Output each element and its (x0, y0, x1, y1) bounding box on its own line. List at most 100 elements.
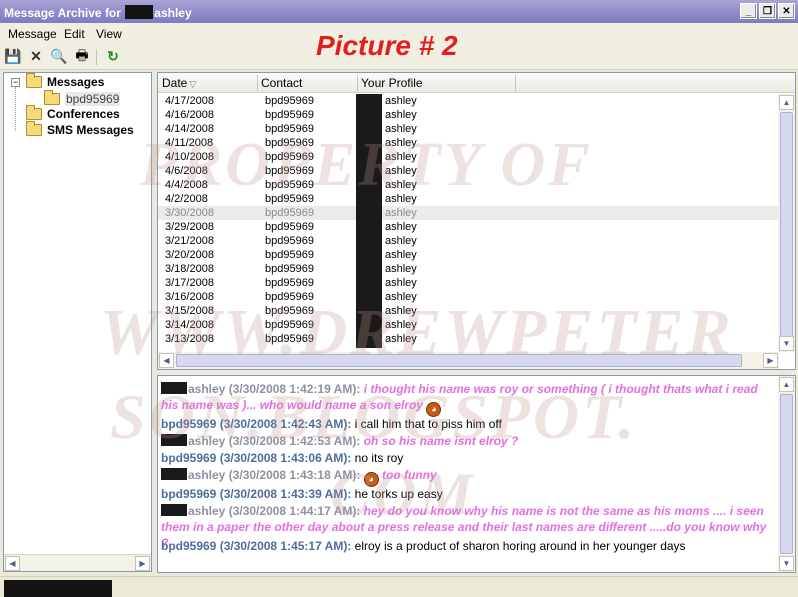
conversation-pane[interactable]: ▲ ▼ ashley (3/30/2008 1:42:19 AM): i tho… (157, 375, 796, 573)
table-row[interactable]: 4/14/2008 bpd95969 ashley (158, 122, 779, 136)
cell-contact: bpd95969 (265, 333, 314, 345)
redaction-block (4, 580, 112, 597)
tree-node-messages[interactable]: Messages (26, 73, 104, 89)
folder-icon (26, 73, 42, 88)
table-row[interactable]: 3/30/2008 bpd95969 ashley (158, 206, 779, 220)
table-row[interactable]: 3/16/2008 bpd95969 ashley (158, 290, 779, 304)
sender-name: bpd95969 (161, 487, 217, 501)
refresh-icon[interactable]: ↻ (104, 48, 122, 65)
column-separator[interactable] (257, 75, 258, 91)
cell-date: 4/4/2008 (165, 179, 208, 191)
cell-date: 3/14/2008 (165, 319, 214, 331)
table-row[interactable]: 4/4/2008 bpd95969 ashley (158, 178, 779, 192)
message-time: (3/30/2008 1:42:43 AM): (219, 417, 352, 431)
table-row[interactable]: 3/14/2008 bpd95969 ashley (158, 318, 779, 332)
message-text: he torks up easy (354, 487, 443, 501)
redaction-block (161, 504, 187, 516)
table-row[interactable]: 3/17/2008 bpd95969 ashley (158, 276, 779, 290)
chat-message: ashley (3/30/2008 1:42:19 AM): i thought… (161, 381, 774, 417)
table-row[interactable]: 4/11/2008 bpd95969 ashley (158, 136, 779, 150)
scrollbar-thumb[interactable] (780, 112, 793, 337)
cell-profile: ashley (385, 221, 417, 233)
redaction-block (161, 434, 187, 446)
message-text: oh so his name isnt elroy ? (363, 434, 519, 448)
cell-date: 3/15/2008 (165, 305, 214, 317)
cell-profile: ashley (385, 319, 417, 331)
redaction-block (125, 5, 154, 19)
print-icon[interactable]: 🖶 (73, 47, 91, 65)
table-row[interactable]: 3/29/2008 bpd95969 ashley (158, 220, 779, 234)
scroll-right-icon[interactable]: ▶ (135, 556, 150, 571)
table-row[interactable]: 4/2/2008 bpd95969 ashley (158, 192, 779, 206)
cell-contact: bpd95969 (265, 109, 314, 121)
chat-message: bpd95969 (3/30/2008 1:45:17 AM): elroy i… (161, 538, 774, 554)
scroll-left-icon[interactable]: ◀ (159, 353, 174, 368)
cell-contact: bpd95969 (265, 123, 314, 135)
overlay-annotation: Picture # 2 (316, 30, 458, 61)
message-time: (3/30/2008 1:43:06 AM): (219, 451, 352, 465)
conversation-vertical-scrollbar[interactable]: ▲ ▼ (778, 376, 795, 572)
scroll-down-icon[interactable]: ▼ (779, 556, 794, 571)
cell-contact: bpd95969 (265, 319, 314, 331)
close-button[interactable]: ✕ (778, 3, 795, 19)
scroll-down-icon[interactable]: ▼ (779, 336, 794, 351)
list-vertical-scrollbar[interactable]: ▲ ▼ (778, 94, 795, 352)
message-time: (3/30/2008 1:42:53 AM): (228, 434, 361, 448)
collapse-expander[interactable]: − (11, 78, 20, 87)
cell-contact: bpd95969 (265, 151, 314, 163)
list-body: 4/17/2008 bpd95969 ashley 4/16/2008 bpd95969… (158, 94, 779, 346)
menu-view[interactable]: View (96, 27, 122, 41)
table-row[interactable]: 3/18/2008 bpd95969 ashley (158, 262, 779, 276)
column-separator[interactable] (515, 75, 516, 91)
table-row[interactable]: 4/16/2008 bpd95969 ashley (158, 108, 779, 122)
cell-date: 3/13/2008 (165, 333, 214, 345)
table-row[interactable]: 3/13/2008 bpd95969 ashley (158, 332, 779, 346)
table-row[interactable]: 4/6/2008 bpd95969 ashley (158, 164, 779, 178)
tree-node-contact[interactable]: bpd95969 (44, 90, 121, 106)
message-time: (3/30/2008 1:45:17 AM): (219, 539, 352, 553)
list-header: Date ▽ Contact Your Profile (158, 73, 795, 93)
tree-node-sms[interactable]: SMS Messages (26, 121, 134, 137)
restore-button[interactable]: ❐ (759, 3, 776, 19)
table-row[interactable]: 4/10/2008 bpd95969 ashley (158, 150, 779, 164)
title-bar[interactable]: Message Archive for ashley _ ❐ ✕ (0, 0, 798, 23)
delete-icon[interactable]: ✕ (27, 48, 45, 65)
tree-horizontal-scrollbar[interactable]: ◀ ▶ (4, 554, 151, 571)
scroll-right-icon[interactable]: ▶ (763, 353, 778, 368)
scrollbar-thumb[interactable] (176, 354, 742, 367)
cell-profile: ashley (385, 193, 417, 205)
message-time: (3/30/2008 1:42:19 AM): (228, 382, 361, 396)
scrollbar-thumb[interactable] (780, 394, 793, 554)
table-row[interactable]: 3/21/2008 bpd95969 ashley (158, 234, 779, 248)
message-text: no its roy (354, 451, 404, 465)
column-separator[interactable] (357, 75, 358, 91)
chat-message: bpd95969 (3/30/2008 1:43:06 AM): no its … (161, 450, 774, 466)
menu-edit[interactable]: Edit (64, 27, 85, 41)
cell-contact: bpd95969 (265, 221, 314, 233)
minimize-button[interactable]: _ (740, 3, 757, 19)
sender-name: ashley (188, 504, 226, 518)
scroll-left-icon[interactable]: ◀ (5, 556, 20, 571)
find-icon[interactable]: 🔍 (50, 48, 68, 65)
cell-date: 3/29/2008 (165, 221, 214, 233)
column-contact[interactable]: Contact (261, 76, 302, 90)
cell-contact: bpd95969 (265, 179, 314, 191)
scroll-up-icon[interactable]: ▲ (779, 377, 794, 392)
redaction-block (356, 94, 382, 348)
table-row[interactable]: 4/17/2008 bpd95969 ashley (158, 94, 779, 108)
cell-date: 3/20/2008 (165, 249, 214, 261)
table-row[interactable]: 3/20/2008 bpd95969 ashley (158, 248, 779, 262)
folder-icon (26, 121, 42, 136)
column-date[interactable]: Date ▽ (162, 76, 196, 90)
list-horizontal-scrollbar[interactable]: ◀ ▶ (158, 352, 779, 369)
cell-profile: ashley (385, 95, 417, 107)
table-row[interactable]: 3/15/2008 bpd95969 ashley (158, 304, 779, 318)
sender-name: ashley (188, 468, 226, 482)
save-icon[interactable]: 💾 (4, 48, 22, 65)
scroll-up-icon[interactable]: ▲ (779, 95, 794, 110)
menu-message[interactable]: Message (8, 27, 57, 41)
tree-node-conferences[interactable]: Conferences (26, 105, 120, 121)
tree-line (15, 87, 16, 131)
cell-date: 3/16/2008 (165, 291, 214, 303)
column-profile[interactable]: Your Profile (361, 76, 423, 90)
